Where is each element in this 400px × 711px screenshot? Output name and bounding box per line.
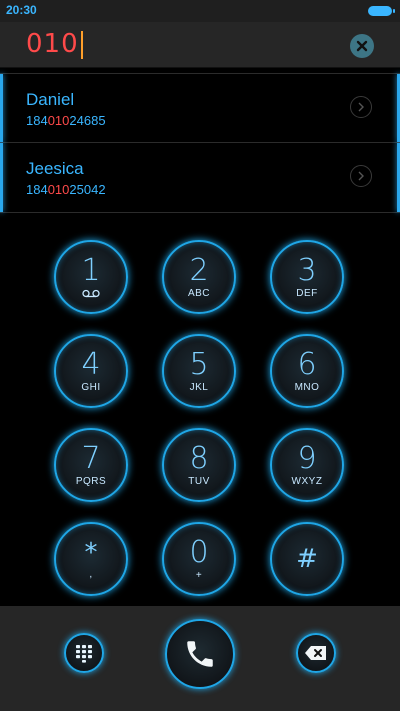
dialpad-icon	[76, 645, 92, 663]
phone-icon	[187, 641, 213, 667]
chevron-right-icon	[358, 171, 364, 181]
close-icon	[356, 40, 368, 52]
key-0[interactable]: 0 +	[162, 522, 236, 596]
key-6[interactable]: 6 MNO	[270, 334, 344, 408]
key-7[interactable]: 7 PQRS	[54, 428, 128, 502]
key-digit: 5	[189, 346, 209, 382]
backspace-icon	[305, 646, 326, 660]
list-edge-glow	[0, 143, 3, 212]
toggle-keypad-button[interactable]	[64, 633, 104, 673]
contact-details-button[interactable]	[350, 165, 372, 187]
key-digit: 0	[189, 534, 209, 570]
clear-input-button[interactable]	[350, 34, 374, 58]
key-digit: 7	[81, 440, 101, 476]
status-bar: 20:30	[0, 0, 400, 22]
contact-details-button[interactable]	[350, 96, 372, 118]
key-letters: GHI	[81, 381, 101, 393]
dialed-number-text: 010	[26, 29, 79, 59]
number-match-highlight: 010	[47, 113, 70, 128]
key-3[interactable]: 3 DEF	[270, 240, 344, 314]
contact-name: Daniel	[26, 90, 75, 109]
dial-keypad: 1 2 ABC 3 DEF 4 GHI 5 JKL 6 MNO 7 PQRS 8…	[0, 236, 400, 606]
call-button[interactable]	[165, 619, 235, 689]
list-item[interactable]: Jeesica 18401025042	[0, 143, 400, 213]
key-4[interactable]: 4 GHI	[54, 334, 128, 408]
key-digit: 8	[189, 440, 209, 476]
number-input-bar[interactable]: 010	[0, 22, 400, 68]
key-9[interactable]: 9 WXYZ	[270, 428, 344, 502]
number-match-highlight: 010	[47, 182, 70, 197]
contact-number: 18401024685	[26, 113, 106, 128]
key-digit: 2	[189, 252, 209, 288]
key-digit: 9	[297, 440, 317, 476]
key-letters: TUV	[188, 475, 210, 487]
key-pound[interactable]: #	[270, 522, 344, 596]
status-time: 20:30	[6, 3, 37, 17]
dialed-number-field[interactable]: 010	[26, 28, 83, 60]
key-letters: PQRS	[75, 475, 107, 487]
key-digit: 3	[297, 252, 317, 288]
chevron-right-icon	[358, 102, 364, 112]
key-digit: 6	[297, 346, 317, 382]
contact-results-list: Daniel 18401024685 Jeesica 18401025042	[0, 73, 400, 231]
key-8[interactable]: 8 TUV	[162, 428, 236, 502]
key-2[interactable]: 2 ABC	[162, 240, 236, 314]
key-letters: +	[195, 569, 203, 581]
list-item[interactable]: Daniel 18401024685	[0, 73, 400, 143]
key-5[interactable]: 5 JKL	[162, 334, 236, 408]
key-1[interactable]: 1	[54, 240, 128, 314]
contact-number: 18401025042	[26, 182, 106, 197]
key-digit: 1	[81, 253, 101, 288]
list-edge-glow	[0, 74, 3, 142]
key-letters: ,	[89, 568, 93, 580]
contact-name: Jeesica	[26, 159, 84, 178]
voicemail-icon	[82, 289, 100, 298]
key-digit: #	[296, 544, 318, 574]
key-digit: *	[84, 537, 98, 568]
key-digit: 4	[81, 346, 101, 382]
key-letters: WXYZ	[291, 475, 323, 487]
key-letters: JKL	[189, 381, 209, 393]
action-bar	[0, 606, 400, 711]
text-cursor	[80, 30, 83, 59]
battery-icon	[368, 6, 395, 16]
key-letters: ABC	[187, 287, 211, 299]
key-star[interactable]: * ,	[54, 522, 128, 596]
delete-digit-button[interactable]	[296, 633, 336, 673]
key-letters: DEF	[296, 287, 318, 299]
key-letters: MNO	[294, 381, 320, 393]
